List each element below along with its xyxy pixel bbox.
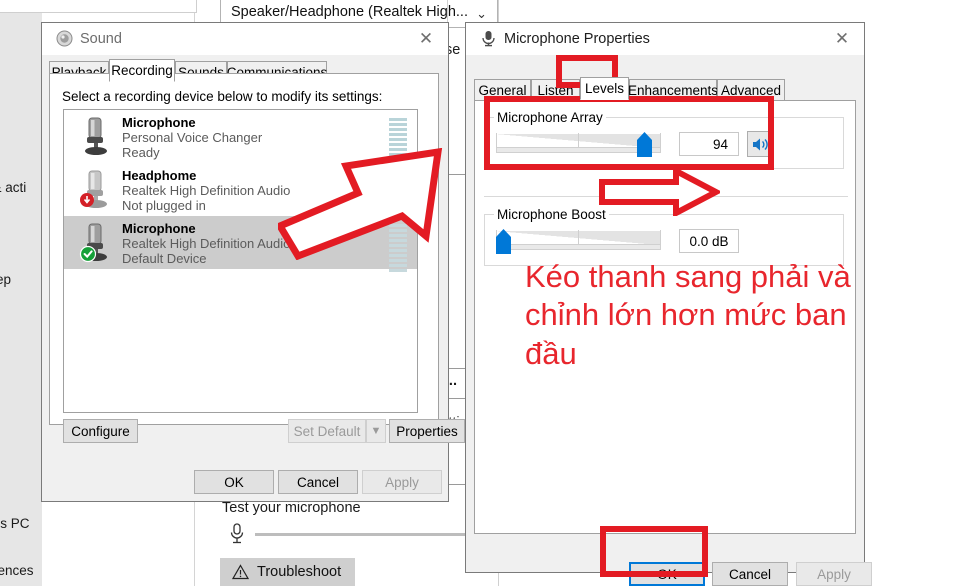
sound-speaker-icon xyxy=(56,30,73,47)
test-microphone-label: Test your microphone xyxy=(222,500,361,516)
device-name: Microphone xyxy=(122,221,196,236)
apply-button: Apply xyxy=(796,562,872,586)
highlight-box-microphone-array xyxy=(484,96,774,170)
output-device-value: Speaker/Headphone (Realtek High... xyxy=(231,4,468,20)
recording-hint-label: Select a recording device below to modif… xyxy=(62,89,383,104)
sidebar-item-projecting-to-this-pc[interactable]: this PC xyxy=(0,516,30,531)
tab-recording[interactable]: Recording xyxy=(109,59,175,82)
microphone-icon xyxy=(230,523,244,544)
apply-button: Apply xyxy=(362,470,442,494)
microphone-icon xyxy=(85,117,107,155)
device-status: Default Device xyxy=(122,251,207,266)
microphone-level-bar xyxy=(255,533,468,536)
unplugged-icon xyxy=(80,193,94,207)
sound-dialog: Sound ✕ Playback Recording Sounds Commun… xyxy=(41,22,465,502)
mic-dialog-title: Microphone Properties xyxy=(504,31,650,47)
device-name: Microphone xyxy=(122,115,196,130)
chevron-down-icon: ▼ xyxy=(366,419,386,443)
ok-button[interactable]: OK xyxy=(194,470,274,494)
sidebar-item-sleep[interactable]: ep xyxy=(0,272,11,287)
sidebar-item-shared-experiences[interactable]: riences xyxy=(0,563,34,578)
highlight-box-ok-button xyxy=(600,526,708,577)
sound-dialog-title: Sound xyxy=(80,31,122,47)
chevron-down-icon: ⌄ xyxy=(476,6,487,21)
microphone-icon xyxy=(79,223,107,263)
sidebar-item-notifications[interactable]: s & acti xyxy=(0,180,26,195)
microphone-icon xyxy=(482,31,495,47)
microphone-boost-value[interactable]: 0.0 dB xyxy=(679,229,739,253)
troubleshoot-label: Troubleshoot xyxy=(257,564,342,580)
troubleshoot-button[interactable]: Troubleshoot xyxy=(220,558,355,586)
mic-dialog-titlebar[interactable]: Microphone Properties ✕ xyxy=(466,23,864,55)
warning-triangle-icon xyxy=(232,564,249,580)
close-icon[interactable]: ✕ xyxy=(404,23,448,55)
red-arrow-right-icon xyxy=(599,168,720,216)
sound-dialog-titlebar[interactable]: Sound ✕ xyxy=(42,23,448,55)
device-description: Realtek High Definition Audio xyxy=(122,236,291,251)
device-status: Not plugged in xyxy=(122,198,206,213)
close-icon[interactable]: ✕ xyxy=(820,23,864,55)
settings-top-panel-edge xyxy=(0,0,197,13)
default-check-icon xyxy=(79,245,97,263)
device-description: Personal Voice Changer xyxy=(122,130,263,145)
device-description: Realtek High Definition Audio xyxy=(122,183,291,198)
red-arrow-up-right-icon xyxy=(278,148,443,260)
cancel-button[interactable]: Cancel xyxy=(712,562,788,586)
slider-tick xyxy=(660,230,661,245)
device-name: Headphome xyxy=(122,168,197,183)
properties-button[interactable]: Properties xyxy=(389,419,465,443)
set-default-button: Set Default xyxy=(288,419,366,443)
device-status: Ready xyxy=(122,145,160,160)
settings-sidebar xyxy=(0,0,42,586)
microphone-boost-slider[interactable] xyxy=(496,226,661,254)
slider-tick xyxy=(578,230,579,245)
cancel-button[interactable]: Cancel xyxy=(278,470,358,494)
annotation-text: Kéo thanh sang phải và chỉnh lớn hơn mức… xyxy=(525,259,851,371)
microphone-icon xyxy=(80,170,107,208)
configure-button[interactable]: Configure xyxy=(63,419,138,443)
microphone-boost-label: Microphone Boost xyxy=(494,207,609,222)
tab-levels[interactable]: Levels xyxy=(580,77,629,100)
